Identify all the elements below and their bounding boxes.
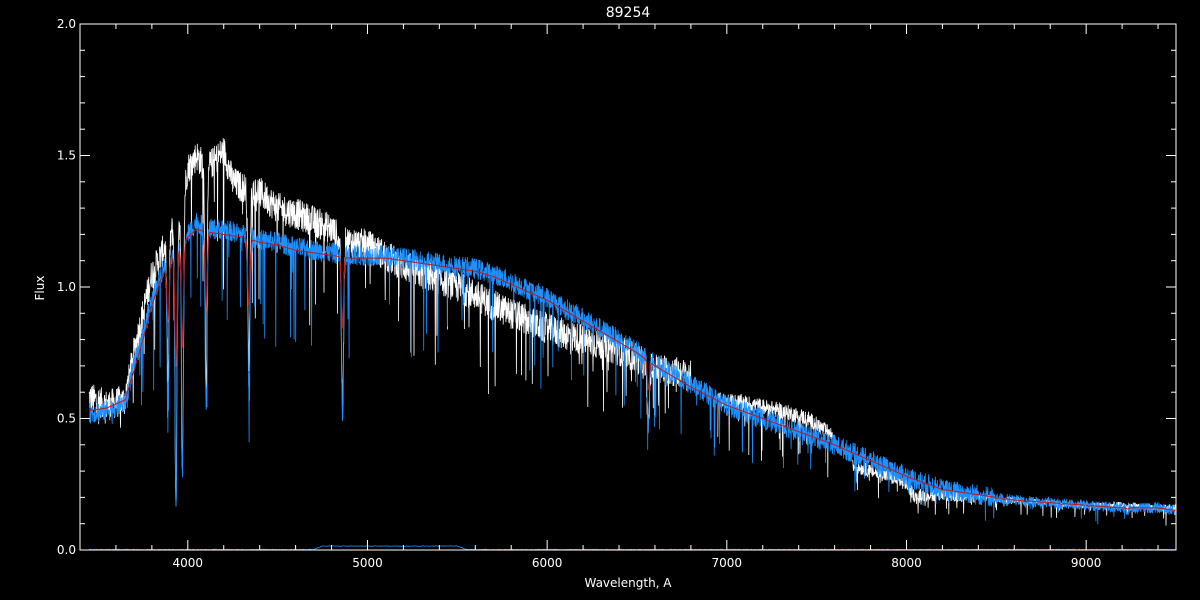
- x-tick-label: 9000: [1071, 556, 1102, 570]
- y-tick-label: 0.5: [57, 412, 76, 426]
- y-tick-label: 1.5: [57, 149, 76, 163]
- chart-title: 89254: [606, 5, 651, 21]
- plot-background: [0, 0, 1200, 600]
- spectrum-chart: 4000 5000 6000 7000 8000 90000.00.51.01.52.0 …: [0, 0, 1200, 600]
- y-tick-label: 2.0: [57, 17, 76, 31]
- y-axis-title: Flux: [33, 276, 47, 301]
- x-tick-label: 7000: [712, 556, 743, 570]
- x-tick-label: 4000: [173, 556, 204, 570]
- x-tick-label: 6000: [532, 556, 563, 570]
- x-tick-label: 8000: [891, 556, 922, 570]
- y-tick-label: 1.0: [57, 280, 76, 294]
- x-axis-title: Wavelength, A: [584, 576, 672, 590]
- x-tick-label: 5000: [352, 556, 383, 570]
- y-tick-label: 0.0: [57, 543, 76, 557]
